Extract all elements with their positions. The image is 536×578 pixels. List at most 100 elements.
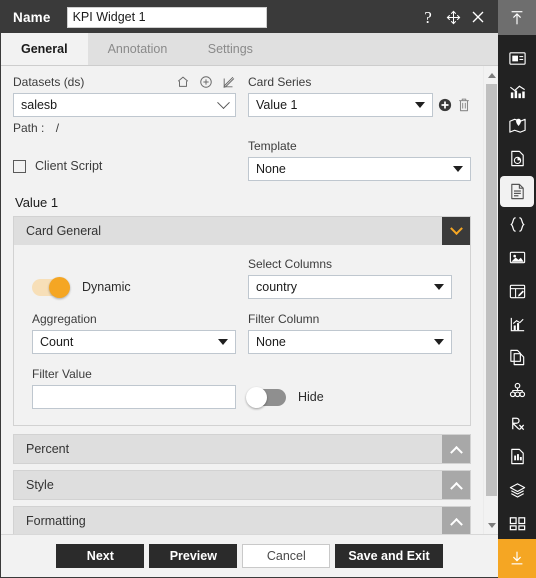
template-select[interactable]: None [248, 157, 471, 181]
dialog-titlebar: Name ? [1, 1, 498, 33]
copy-pages-icon[interactable] [500, 342, 534, 373]
aggregation-select[interactable]: Count [32, 330, 236, 354]
style-header[interactable]: Style [14, 471, 470, 499]
tab-annotation[interactable]: Annotation [88, 33, 188, 65]
datasets-series-row: Datasets (ds) salesb Path: / Client Scr… [13, 74, 471, 181]
path-label: Path : [13, 121, 45, 135]
save-and-exit-button[interactable]: Save and Exit [335, 544, 443, 568]
save-and-exit-button-label: Save and Exit [348, 549, 430, 563]
preview-button-label: Preview [169, 549, 217, 563]
pie-document-icon[interactable] [500, 143, 534, 174]
filter-column-select[interactable]: None [248, 330, 452, 354]
datasets-value: salesb [21, 98, 58, 112]
tab-general-label: General [21, 42, 68, 56]
dynamic-toggle[interactable] [32, 276, 70, 298]
chevron-up-icon [449, 481, 463, 495]
delete-series-icon[interactable] [457, 97, 471, 113]
bar-chart-icon[interactable] [500, 76, 534, 107]
prescription-icon[interactable] [500, 408, 534, 439]
card-general-header[interactable]: Card General [14, 217, 470, 245]
percent-header[interactable]: Percent [14, 435, 470, 463]
aggregation-label: Aggregation [32, 312, 97, 326]
card-widget-icon[interactable] [500, 43, 534, 74]
card-series-label: Card Series [248, 74, 312, 89]
chevron-down-icon [453, 166, 463, 172]
dialog-panel: Name ? [0, 0, 498, 578]
sparkline-icon[interactable] [500, 309, 534, 340]
client-script-checkbox[interactable] [13, 159, 26, 173]
scroll-up-arrow[interactable] [484, 68, 498, 82]
datasets-select[interactable]: salesb [13, 93, 236, 117]
tab-settings[interactable]: Settings [187, 33, 273, 65]
hierarchy-icon[interactable] [500, 375, 534, 406]
home-icon[interactable] [176, 75, 190, 89]
edit-icon[interactable] [222, 75, 236, 89]
tab-general[interactable]: General [1, 33, 88, 65]
card-series-label-row: Card Series [248, 74, 471, 89]
download-icon[interactable] [498, 538, 536, 578]
rail-icon-list [498, 35, 536, 539]
client-script-row[interactable]: Client Script [13, 159, 236, 173]
card-general-title: Card General [26, 224, 102, 238]
collapse-up-icon[interactable] [498, 0, 536, 36]
percent-title: Percent [26, 442, 70, 456]
grid-edit-icon[interactable] [500, 275, 534, 306]
chevron-down-icon [434, 284, 444, 290]
datasets-label: Datasets (ds) [13, 74, 85, 89]
content-scrollbar[interactable] [483, 66, 498, 534]
aggregation-filter-row: Aggregation Count Filter Column None [32, 312, 452, 354]
formatting-expand-button[interactable] [442, 507, 470, 534]
report-document-icon[interactable] [500, 441, 534, 472]
text-document-icon[interactable] [500, 175, 534, 208]
select-columns-select[interactable]: country [248, 275, 452, 299]
datasets-label-row: Datasets (ds) [13, 74, 236, 89]
filter-value-label: Filter Value [32, 367, 92, 381]
help-icon[interactable]: ? [420, 9, 436, 26]
move-icon[interactable] [445, 9, 461, 25]
name-label: Name [13, 9, 51, 25]
chevron-down-icon [217, 95, 230, 109]
formatting-header[interactable]: Formatting [14, 507, 470, 534]
close-icon[interactable] [470, 9, 486, 25]
code-braces-icon[interactable] [500, 209, 534, 240]
titlebar-icon-group: ? [420, 9, 486, 26]
formatting-title: Formatting [26, 514, 86, 528]
card-general-collapse-button[interactable] [442, 217, 470, 245]
card-series-select[interactable]: Value 1 [248, 93, 433, 117]
chevron-up-icon [449, 517, 463, 531]
hide-toggle-row: Hide [246, 385, 452, 409]
filter-value-input[interactable] [32, 385, 236, 409]
hide-field: Hide [246, 367, 452, 409]
scrollbar-thumb[interactable] [486, 84, 497, 496]
plus-circle-icon[interactable] [199, 75, 213, 89]
style-accordion: Style [13, 470, 471, 500]
card-series-control-row: Value 1 [248, 93, 471, 117]
hide-toggle-knob [246, 386, 267, 408]
dialog-footer: Next Preview Cancel Save and Exit [1, 534, 498, 577]
add-series-icon[interactable] [438, 98, 452, 112]
widget-name-input[interactable] [66, 6, 267, 28]
chevron-down-icon [218, 339, 228, 345]
path-value: / [55, 121, 60, 135]
hide-toggle[interactable] [246, 386, 286, 408]
percent-expand-button[interactable] [442, 435, 470, 463]
image-icon[interactable] [500, 242, 534, 273]
next-button[interactable]: Next [56, 544, 145, 568]
formatting-accordion: Formatting [13, 506, 471, 534]
card-general-body: Dynamic Select Columns country Aggregati… [14, 245, 470, 425]
collapsed-sections: Percent Style Formatting [13, 434, 471, 534]
scroll-down-arrow[interactable] [484, 518, 498, 532]
dashboard-tiles-icon[interactable] [500, 508, 534, 539]
style-expand-button[interactable] [442, 471, 470, 499]
dataset-path: Path : / [13, 121, 236, 135]
chevron-down-icon [415, 102, 425, 108]
layers-icon[interactable] [500, 475, 534, 506]
next-button-label: Next [86, 549, 114, 563]
aggregation-value: Count [40, 335, 74, 349]
dynamic-toggle-knob [49, 276, 70, 298]
map-icon[interactable] [500, 110, 534, 141]
cancel-button[interactable]: Cancel [242, 544, 331, 568]
preview-button[interactable]: Preview [149, 544, 238, 568]
dialog-body: Datasets (ds) salesb Path: / Client Scr… [1, 66, 498, 534]
filter-value-field: Filter Value [32, 367, 236, 409]
